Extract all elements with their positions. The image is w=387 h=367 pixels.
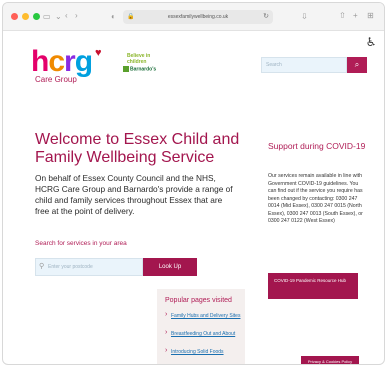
covid-resource-hub-button[interactable]: COVID-19 Pandemic Resource Hub [268,273,358,299]
search-icon: ⌕ [354,60,360,69]
hcrg-logo-subtitle: Care Group [35,75,77,84]
download-icon[interactable]: ⇩ [301,13,308,21]
popular-link-family-hubs[interactable]: Family Hubs and Delivery Sites [165,312,243,320]
privacy-shield-icon[interactable]: ◐ [111,13,116,21]
location-pin-icon: ⚲ [39,263,45,270]
service-search-label: Search for services in your area [35,240,127,247]
minimize-window-button[interactable] [22,13,29,20]
popular-pages-title: Popular pages visited [165,297,232,304]
postcode-placeholder: Enter your postcode [48,264,93,270]
covid-text: Our services remain available in line wi… [268,173,363,224]
share-icon[interactable]: ⇧ [339,12,346,20]
lock-icon: 🔒 [127,14,135,20]
postcode-input[interactable]: ⚲ Enter your postcode [35,258,143,276]
page-title: Welcome to Essex Child and Family Wellbe… [35,131,240,166]
back-icon[interactable]: ‹ [65,12,68,20]
barnardos-mark-icon [123,66,129,72]
barnardos-logo[interactable]: Barnardo's [123,66,156,72]
popular-pages-panel: Popular pages visited Family Hubs and De… [157,289,245,364]
lookup-button[interactable]: Look Up [143,258,197,276]
address-bar-url: essexfamilywellbeing.co.uk [167,14,229,20]
hcrg-logo[interactable]: hcrg [31,47,93,77]
close-window-button[interactable] [11,13,18,20]
popular-link-breastfeeding[interactable]: Breastfeeding Out and About [165,330,243,338]
header-search-button[interactable]: ⌕ [347,57,367,73]
covid-title: Support during COVID-19 [268,141,366,151]
heart-icon: ♥ [95,47,102,59]
browser-toolbar: ▭ ⌄ ‹ › ◐ 🔒 essexfamilywellbeing.co.uk ↻… [3,3,384,31]
new-tab-icon[interactable]: + [353,12,358,20]
sidebar-icon[interactable]: ▭ [43,13,51,21]
forward-icon[interactable]: › [75,12,78,20]
header-search-input[interactable]: Search [261,57,347,73]
main-nav [9,89,380,103]
reload-icon[interactable]: ↻ [263,12,269,20]
accessibility-icon[interactable]: ♿︎ [364,35,378,49]
maximize-window-button[interactable] [33,13,40,20]
barnardos-tagline: Believe in children [127,53,151,65]
tab-overview-icon[interactable]: ⊞ [367,12,374,20]
window-controls [11,13,40,20]
address-bar[interactable]: 🔒 essexfamilywellbeing.co.uk ↻ [123,10,273,24]
popular-link-solid-foods[interactable]: Introducing Solid Foods [165,348,243,356]
cookie-policy-button[interactable]: Privacy & Cookies Policy [301,356,359,364]
chevron-down-icon[interactable]: ⌄ [55,13,62,21]
browser-window: ▭ ⌄ ‹ › ◐ 🔒 essexfamilywellbeing.co.uk ↻… [2,2,385,365]
intro-text: On behalf of Essex County Council and th… [35,173,233,216]
